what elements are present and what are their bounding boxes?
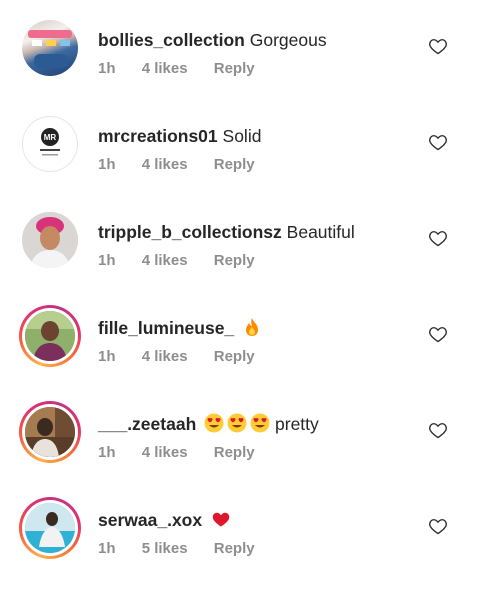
comment-likes[interactable]: 4 likes [142, 444, 188, 461]
comment-likes[interactable]: 4 likes [142, 348, 188, 365]
avatar[interactable] [19, 401, 81, 463]
person-photo-avatar [25, 311, 75, 361]
comment-text-line: fille_lumineuse_ [98, 317, 261, 339]
person-photo-avatar [22, 212, 78, 268]
comment-likes[interactable]: 5 likes [142, 540, 188, 557]
avatar[interactable]: MR [22, 116, 78, 172]
comment-text-line: tripple_b_collectionsz Beautiful [98, 221, 355, 243]
comment-time: 1h [98, 60, 116, 77]
comment-item: fille_lumineuse_ 1h 4 likes Reply [0, 305, 480, 404]
comment-text-line: serwaa_.xox [98, 509, 231, 531]
reply-button[interactable]: Reply [214, 252, 255, 269]
fire-emoji [246, 318, 259, 336]
reply-button[interactable]: Reply [214, 444, 255, 461]
comment-likes[interactable]: 4 likes [142, 60, 188, 77]
heart-eyes-emoji [227, 413, 247, 433]
heart-eyes-emoji [204, 413, 224, 433]
comment-meta: 1h 4 likes Reply [98, 252, 277, 269]
comment-text-line: ___.zeetaah pretty [98, 413, 319, 435]
avatar[interactable] [19, 305, 81, 367]
person-photo-avatar [25, 407, 75, 457]
shoes-photo-avatar [22, 20, 78, 76]
comment-time: 1h [98, 540, 116, 557]
comments-list: bollies_collection Gorgeous 1h 4 likes R… [0, 0, 480, 578]
comment-meta: 1h 5 likes Reply [98, 540, 277, 557]
comment-message: Solid [222, 126, 262, 146]
comment-item: ___.zeetaah pretty 1h 4 likes Reply [0, 401, 480, 500]
heart-outline-icon[interactable] [428, 132, 448, 152]
comment-text-line: bollies_collection Gorgeous [98, 29, 327, 51]
comment-meta: 1h 4 likes Reply [98, 444, 277, 461]
comment-item: serwaa_.xox 1h 5 likes Reply [0, 497, 480, 596]
comment-message: pretty [275, 414, 319, 434]
heart-eyes-emoji [250, 413, 270, 433]
reply-button[interactable]: Reply [214, 540, 255, 557]
mr-logo-avatar: MR [22, 116, 78, 172]
comment-time: 1h [98, 348, 116, 365]
comment-item: tripple_b_collectionsz Beautiful 1h 4 li… [0, 212, 480, 308]
comment-likes[interactable]: 4 likes [142, 156, 188, 173]
comment-meta: 1h 4 likes Reply [98, 60, 277, 77]
avatar[interactable] [22, 20, 78, 76]
comment-username[interactable]: tripple_b_collectionsz [98, 222, 282, 242]
heart-outline-icon[interactable] [428, 420, 448, 440]
comment-username[interactable]: serwaa_.xox [98, 510, 202, 530]
avatar[interactable] [22, 212, 78, 268]
heart-outline-icon[interactable] [428, 324, 448, 344]
heart-outline-icon[interactable] [428, 36, 448, 56]
reply-button[interactable]: Reply [214, 60, 255, 77]
heart-outline-icon[interactable] [428, 516, 448, 536]
comment-text-line: mrcreations01 Solid [98, 125, 261, 147]
reply-button[interactable]: Reply [214, 348, 255, 365]
comment-time: 1h [98, 156, 116, 173]
comment-likes[interactable]: 4 likes [142, 252, 188, 269]
reply-button[interactable]: Reply [214, 156, 255, 173]
comment-message: Beautiful [286, 222, 355, 242]
avatar[interactable] [19, 497, 81, 559]
comment-time: 1h [98, 444, 116, 461]
mr-logo-text: MR [44, 133, 57, 142]
comment-item: bollies_collection Gorgeous 1h 4 likes R… [0, 20, 480, 116]
comment-message: Gorgeous [249, 30, 327, 50]
comment-meta: 1h 4 likes Reply [98, 156, 277, 173]
comment-username[interactable]: mrcreations01 [98, 126, 218, 146]
comment-time: 1h [98, 252, 116, 269]
person-photo-avatar [25, 503, 75, 553]
red-heart-emoji [212, 512, 230, 527]
comment-username[interactable]: bollies_collection [98, 30, 245, 50]
comment-item: MR mrcreations01 Solid 1h 4 likes Reply [0, 116, 480, 212]
heart-outline-icon[interactable] [428, 228, 448, 248]
comment-username[interactable]: ___.zeetaah [98, 414, 196, 434]
comment-username[interactable]: fille_lumineuse_ [98, 318, 234, 338]
comment-meta: 1h 4 likes Reply [98, 348, 277, 365]
